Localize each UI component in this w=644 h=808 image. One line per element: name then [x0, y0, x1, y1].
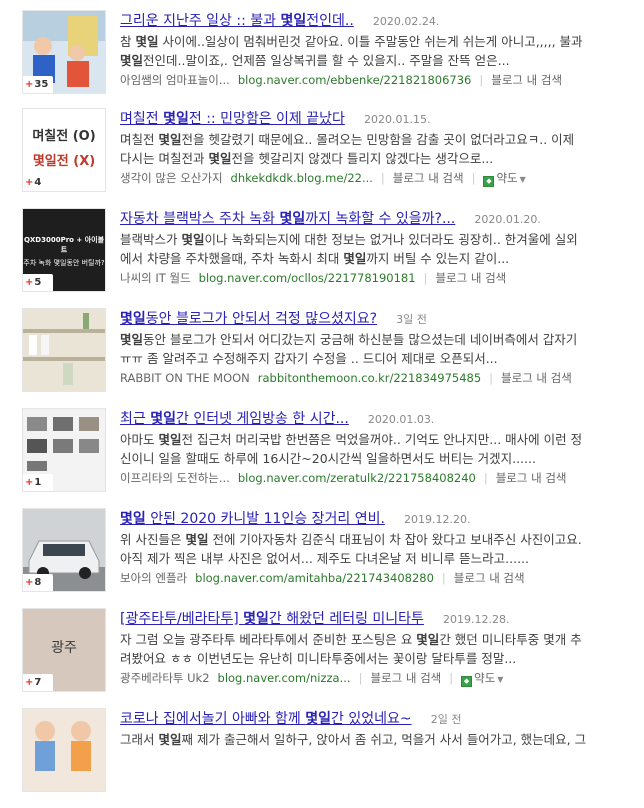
result-url[interactable]: blog.naver.com/amitahba/221743408280	[195, 571, 434, 585]
result-title[interactable]: [광주타투/베라타투] 몇일간 해왔던 레터링 미니타투	[120, 611, 424, 627]
result-date: 2019.12.20.	[404, 513, 471, 526]
result-date: 2020.02.24.	[372, 15, 440, 28]
result-thumbnail[interactable]: 광주 +7	[22, 608, 106, 692]
result-url[interactable]: blog.naver.com/ebbenke/221821806736	[238, 73, 472, 87]
result-thumbnail[interactable]: QXD3000Pro + 아이볼트 주차 녹화 몇일동안 버틸까? +5	[22, 208, 106, 292]
image-count-badge: +7	[23, 674, 53, 691]
result-thumbnail[interactable]: +1	[22, 408, 106, 492]
blog-name[interactable]: 이프리타의 도전하는...	[120, 471, 230, 485]
blog-search-link[interactable]: 블로그 내 검색	[501, 371, 572, 385]
result-title[interactable]: 그리운 지난주 일상 :: 불과 몇일전인데..	[120, 13, 354, 29]
chevron-down-icon: ▼	[519, 175, 526, 184]
map-link[interactable]: ◆ 약도 ▼	[461, 671, 504, 687]
result-item: +1 최근 몇일간 인터넷 게임방송 한 시간... 2020.01.03. 아…	[0, 408, 644, 508]
map-link[interactable]: ◆ 약도 ▼	[483, 171, 526, 187]
result-thumbnail[interactable]: 며칠전 (O) 몇일전 (X) +4	[22, 108, 106, 192]
result-url[interactable]: blog.naver.com/ocllos/221778190181	[199, 271, 416, 285]
blog-search-link[interactable]: 블로그 내 검색	[393, 171, 464, 185]
result-snippet: 그래서 몇일째 제가 출근해서 일하구, 앉아서 좀 쉬고, 먹을거 사서 들어…	[120, 732, 587, 747]
result-title[interactable]: 몇일 안된 2020 카니발 11인승 장거리 연비.	[120, 511, 385, 527]
result-url[interactable]: blog.naver.com/zeratulk2/221758408240	[238, 471, 476, 485]
image-count-badge: +8	[23, 574, 53, 591]
blog-search-link[interactable]: 블로그 내 검색	[370, 671, 441, 685]
result-snippet: 며칠전 몇일전을 헷갈렸기 때문에요.. 몰려오는 민망함을 감출 곳이 없더라…	[120, 132, 575, 166]
blog-search-link[interactable]: 블로그 내 검색	[454, 571, 525, 585]
result-title[interactable]: 며칠전 몇일전 :: 민망함은 이제 끝났다	[120, 111, 345, 127]
result-item: QXD3000Pro + 아이볼트 주차 녹화 몇일동안 버틸까? +5 자동차…	[0, 208, 644, 308]
map-icon: ◆	[483, 176, 495, 187]
result-url[interactable]: blog.naver.com/nizza...	[218, 671, 351, 685]
result-item: 광주 +7 [광주타투/베라타투] 몇일간 해왔던 레터링 미니타투 2019.…	[0, 608, 644, 708]
shelf-photo	[23, 309, 105, 391]
chevron-down-icon: ▼	[497, 675, 504, 684]
result-title[interactable]: 코로나 집에서놀기 아빠와 함께 몇일간 있었네요~	[120, 711, 412, 727]
result-thumbnail[interactable]: +8	[22, 508, 106, 592]
result-date: 2020.01.15.	[364, 113, 431, 126]
result-thumbnail[interactable]: +35	[22, 10, 106, 94]
result-snippet: 몇일동안 블로그가 안되서 어디갔는지 궁금해 하신분들 많으셨는데 네이버측에…	[120, 332, 578, 366]
result-date: 3일 전	[396, 313, 427, 326]
result-item: 며칠전 (O) 몇일전 (X) +4 며칠전 몇일전 :: 민망함은 이제 끝났…	[0, 108, 644, 208]
result-snippet: 위 사진들은 몇일 전에 기아자동차 김준식 대표님이 차 잡아 왔다고 보내주…	[120, 532, 582, 566]
blog-name[interactable]: 나씨의 IT 월드	[120, 271, 191, 285]
result-title[interactable]: 자동차 블랙박스 주차 녹화 몇일까지 녹화할 수 있을까?...	[120, 211, 455, 227]
result-thumbnail[interactable]	[22, 308, 106, 392]
search-results: +35 그리운 지난주 일상 :: 불과 몇일전인데.. 2020.02.24.…	[0, 0, 644, 792]
result-url[interactable]: rabbitonthemoon.co.kr/221834975485	[258, 371, 481, 385]
result-snippet: 참 몇일 사이에..일상이 멈춰버린것 같아요. 이틀 주말동안 쉬는게 쉬는게…	[120, 34, 583, 68]
blog-name[interactable]: RABBIT ON THE MOON	[120, 371, 250, 385]
kids-home-photo	[23, 709, 105, 791]
result-item: +8 몇일 안된 2020 카니발 11인승 장거리 연비. 2019.12.2…	[0, 508, 644, 608]
result-date: 2020.01.20.	[474, 213, 541, 226]
image-count-badge: +35	[23, 76, 53, 93]
result-url[interactable]: dhkekdkdk.blog.me/22...	[231, 171, 373, 185]
result-item: +35 그리운 지난주 일상 :: 불과 몇일전인데.. 2020.02.24.…	[0, 10, 644, 110]
result-date: 2019.12.28.	[443, 613, 510, 626]
map-icon: ◆	[461, 676, 473, 687]
result-snippet: 블랙박스가 몇일이나 녹화되는지에 대한 정보는 없거나 있더라도 굉장히.. …	[120, 232, 578, 266]
result-snippet: 자 그럼 오늘 광주타투 베라타투에서 준비한 포스팅은 요 몇일간 했던 미니…	[120, 632, 582, 666]
result-date: 2020.01.03.	[367, 413, 435, 426]
result-item: 몇일동안 블로그가 안되서 걱정 많으셨지요? 3일 전 몇일동안 블로그가 안…	[0, 308, 644, 408]
blog-name[interactable]: 광주베라타투 Uk2	[120, 671, 210, 685]
blog-name[interactable]: 아임쌤의 엄마표놀이...	[120, 73, 230, 87]
image-count-badge: +4	[23, 174, 53, 191]
blog-name[interactable]: 보아의 엔플라	[120, 571, 187, 585]
blog-search-link[interactable]: 블로그 내 검색	[435, 271, 506, 285]
result-thumbnail[interactable]	[22, 708, 106, 792]
result-title[interactable]: 최근 몇일간 인터넷 게임방송 한 시간...	[120, 411, 349, 427]
image-count-badge: +1	[23, 474, 53, 491]
blog-search-link[interactable]: 블로그 내 검색	[491, 73, 562, 87]
result-title[interactable]: 몇일동안 블로그가 안되서 걱정 많으셨지요?	[120, 311, 377, 327]
result-item: 코로나 집에서놀기 아빠와 함께 몇일간 있었네요~ 2일 전 그래서 몇일째 …	[0, 708, 644, 808]
result-date: 2일 전	[430, 713, 462, 726]
result-snippet: 아마도 몇일전 집근처 머리국밥 한번쯤은 먹었을꺼야.. 기억도 안나지만..…	[120, 432, 583, 466]
image-count-badge: +5	[23, 274, 53, 291]
blog-name[interactable]: 생각이 많은 오산가지	[120, 171, 223, 185]
blog-search-link[interactable]: 블로그 내 검색	[496, 471, 567, 485]
